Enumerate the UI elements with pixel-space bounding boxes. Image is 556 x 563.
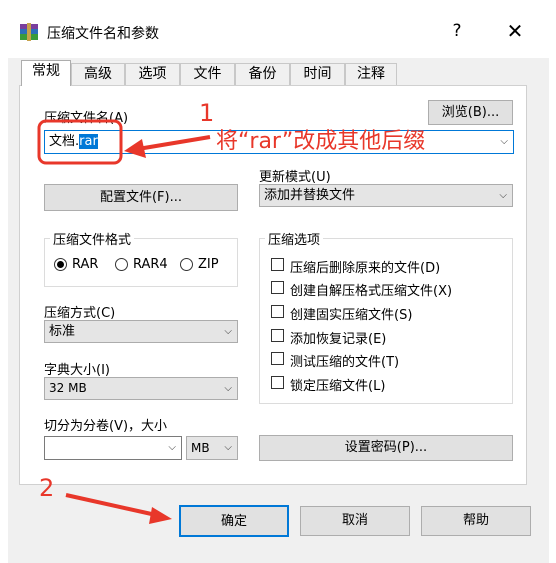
radio-rar4[interactable]	[115, 258, 128, 271]
radio-rar-label: RAR	[72, 257, 99, 272]
option-delete-after-label: 压缩后删除原来的文件(D)	[290, 261, 441, 276]
option-recovery-label: 添加恢复记录(E)	[290, 332, 387, 347]
option-solid-label: 创建固实压缩文件(S)	[290, 308, 413, 323]
option-test-checkbox[interactable]	[271, 352, 284, 365]
radio-rar[interactable]	[54, 258, 67, 271]
dictionary-size-label: 字典大小(I)	[44, 363, 110, 378]
dictionary-size-select[interactable]: 32 MB ⌵	[44, 377, 238, 400]
tab-general[interactable]: 常规	[21, 60, 71, 86]
dictionary-size-value: 32 MB	[49, 381, 87, 395]
option-solid-checkbox[interactable]	[271, 305, 284, 318]
update-mode-label: 更新模式(U)	[259, 170, 331, 185]
profiles-button[interactable]: 配置文件(F)...	[44, 184, 238, 211]
cancel-button[interactable]: 取消	[300, 506, 410, 536]
chevron-down-icon[interactable]: ⌵	[168, 437, 176, 459]
archive-name-base: 文档.	[49, 134, 80, 149]
split-unit-select[interactable]: MB ⌵	[186, 436, 238, 460]
tab-advanced[interactable]: 高级	[71, 63, 125, 85]
help-button[interactable]: 帮助	[421, 506, 531, 536]
radio-zip[interactable]	[180, 258, 193, 271]
chevron-down-icon[interactable]: ⌵	[500, 131, 508, 153]
option-delete-after-checkbox[interactable]	[271, 258, 284, 271]
archive-name-label: 压缩文件名(A)	[44, 111, 129, 126]
radio-rar4-label: RAR4	[133, 257, 168, 272]
set-password-button[interactable]: 设置密码(P)...	[259, 435, 513, 461]
annotation-marker-1: 1	[199, 99, 215, 127]
help-icon[interactable]: ?	[447, 20, 467, 42]
chevron-down-icon: ⌵	[224, 383, 232, 394]
update-mode-select[interactable]: 添加并替换文件 ⌵	[259, 184, 513, 207]
chevron-down-icon: ⌵	[224, 442, 232, 453]
ok-button[interactable]: 确定	[179, 505, 289, 537]
annotation-marker-2: 2	[39, 474, 55, 502]
close-icon[interactable]: ✕	[503, 20, 527, 42]
option-test-label: 测试压缩的文件(T)	[290, 355, 400, 370]
split-unit-value: MB	[191, 441, 210, 455]
update-mode-value: 添加并替换文件	[264, 188, 356, 203]
compression-method-value: 标准	[49, 324, 76, 339]
chevron-down-icon: ⌵	[499, 190, 507, 201]
archive-name-extension-selected: rar	[79, 134, 98, 149]
option-lock-checkbox[interactable]	[271, 376, 284, 389]
window-title: 压缩文件名和参数	[47, 26, 159, 42]
split-size-input[interactable]: ⌵	[44, 436, 182, 460]
chevron-down-icon: ⌵	[224, 326, 232, 337]
option-sfx-label: 创建自解压格式压缩文件(X)	[290, 284, 453, 299]
winrar-app-icon	[19, 22, 39, 42]
annotation-note-1: 将“rar”改成其他后缀	[216, 129, 426, 154]
option-recovery-checkbox[interactable]	[271, 329, 284, 342]
tab-files[interactable]: 文件	[180, 63, 235, 85]
radio-zip-label: ZIP	[198, 257, 219, 272]
option-lock-label: 锁定压缩文件(L)	[290, 379, 386, 394]
archive-format-title: 压缩文件格式	[50, 229, 135, 248]
compression-method-select[interactable]: 标准 ⌵	[44, 320, 238, 343]
tab-backup[interactable]: 备份	[235, 63, 290, 85]
tab-options[interactable]: 选项	[125, 63, 180, 85]
title-bar: 压缩文件名和参数 ? ✕	[0, 0, 556, 58]
compression-method-label: 压缩方式(C)	[44, 306, 116, 321]
tab-time[interactable]: 时间	[290, 63, 345, 85]
archiving-options-title: 压缩选项	[265, 229, 324, 248]
tab-comment[interactable]: 注释	[345, 63, 397, 85]
browse-button[interactable]: 浏览(B)...	[428, 100, 513, 125]
split-volumes-label: 切分为分卷(V)，大小	[44, 419, 168, 434]
option-sfx-checkbox[interactable]	[271, 281, 284, 294]
